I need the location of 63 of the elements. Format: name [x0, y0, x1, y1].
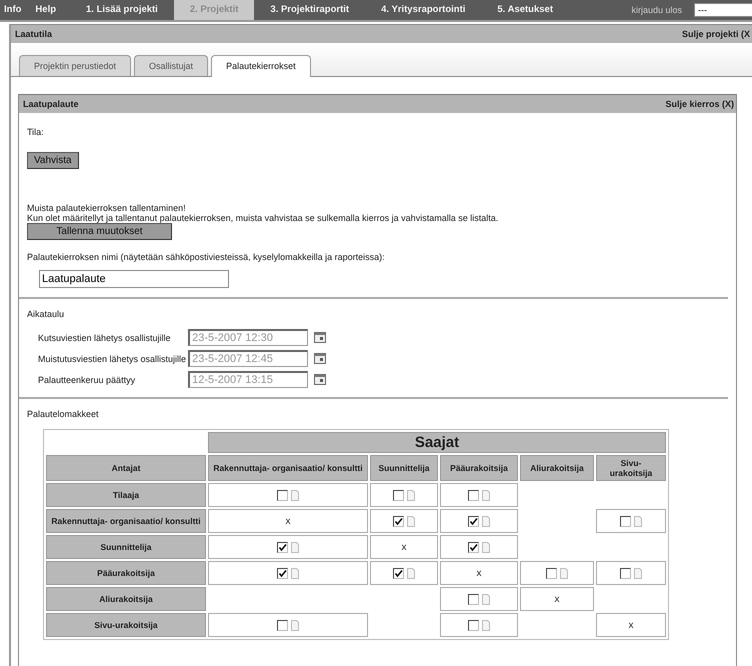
- row-header: Pääurakoitsija: [46, 561, 206, 585]
- schedule-title: Aikataulu: [27, 309, 66, 319]
- self-mark: x: [554, 594, 560, 604]
- tab[interactable]: Osallistujat: [134, 55, 208, 76]
- self-mark: x: [628, 620, 634, 630]
- status-label: Tila:: [27, 127, 45, 137]
- project-title: Laatutila: [15, 28, 52, 41]
- checkbox[interactable]: [546, 568, 557, 579]
- reminder-title: Muista palautekierroksen tallentaminen!: [27, 203, 187, 213]
- menu-item[interactable]: 5. Asetukset: [481, 0, 569, 20]
- checkbox[interactable]: [468, 516, 479, 527]
- recipients-header: Saajat: [208, 432, 666, 453]
- column-header: Suunnittelija: [370, 455, 438, 481]
- self-mark: x: [286, 516, 290, 526]
- checkbox[interactable]: [393, 568, 404, 579]
- checkbox[interactable]: [468, 490, 479, 501]
- close-project-link[interactable]: Sulje projekti (X: [682, 25, 750, 43]
- round-title: Laatupalaute: [23, 98, 79, 111]
- row-header: Sivu-urakoitsija: [46, 613, 206, 637]
- tab[interactable]: Projektin perustiedot: [19, 55, 132, 76]
- column-header: Sivu-urakoitsija: [596, 455, 666, 481]
- checkbox[interactable]: [277, 568, 288, 579]
- text-field[interactable]: ---: [694, 3, 752, 17]
- menu-item[interactable]: 4. Yritysraportointi: [365, 0, 482, 20]
- confirm-button[interactable]: Vahvista: [27, 152, 79, 169]
- close-round-link[interactable]: Sulje kierros (X): [665, 95, 734, 113]
- calendar-icon[interactable]: [314, 353, 326, 364]
- row-header: Tilaaja: [46, 483, 206, 507]
- givers-header: Antajat: [46, 455, 206, 481]
- calendar-icon[interactable]: [314, 332, 326, 343]
- schedule-label: Muistutusviestien lähetys osallistujille: [38, 354, 186, 364]
- column-header: Pääurakoitsija: [440, 455, 518, 481]
- menu-item[interactable]: Help: [35, 0, 70, 20]
- checkbox[interactable]: [277, 542, 288, 553]
- checkbox[interactable]: [468, 594, 479, 605]
- name-field[interactable]: Laatupalaute: [39, 270, 229, 288]
- column-header: Aliurakoitsija: [520, 455, 594, 481]
- calendar-icon[interactable]: [314, 374, 326, 385]
- checkbox[interactable]: [277, 620, 288, 631]
- name-label: Palautekierroksen nimi (näytetään sähköpostiviesteissä, kyselylomakkeilla ja raporteissa):: [27, 252, 386, 262]
- checkbox[interactable]: [393, 490, 404, 501]
- row-header: Suunnittelija: [46, 535, 206, 559]
- menu-item[interactable]: 1. Lisää projekti: [70, 0, 174, 20]
- column-header: Rakennuttaja- organisaatio/ konsultti: [208, 455, 368, 481]
- row-header: Aliurakoitsija: [46, 587, 206, 611]
- menu-item[interactable]: 3. Projektiraportit: [254, 0, 366, 20]
- menu-item[interactable]: Info: [4, 0, 36, 20]
- checkbox[interactable]: [277, 490, 288, 501]
- tab[interactable]: Palautekierrokset: [211, 55, 311, 77]
- forms-title: Palautelomakkeet: [27, 409, 100, 419]
- checkbox[interactable]: [620, 568, 631, 579]
- self-mark: x: [476, 568, 482, 578]
- checkbox[interactable]: [468, 620, 479, 631]
- schedule-label: Palautteenkeruu päättyy: [38, 374, 136, 384]
- row-header: Rakennuttaja- organisaatio/ konsultti: [46, 509, 206, 533]
- checkbox[interactable]: [468, 542, 479, 553]
- logout-link[interactable]: kirjaudu ulos: [631, 5, 682, 15]
- reminder-text: Kun olet määritellyt ja tallentanut palautekierroksen, muista vahvistaa se sulkemalla kierros ja vahvistamalla se listalta.: [27, 213, 500, 223]
- checkbox[interactable]: [620, 516, 631, 527]
- self-mark: x: [402, 542, 406, 552]
- schedule-label: Kutsuviestien lähetys osallistujille: [38, 332, 172, 342]
- save-button[interactable]: Tallenna muutokset: [27, 223, 172, 240]
- checkbox[interactable]: [393, 516, 404, 527]
